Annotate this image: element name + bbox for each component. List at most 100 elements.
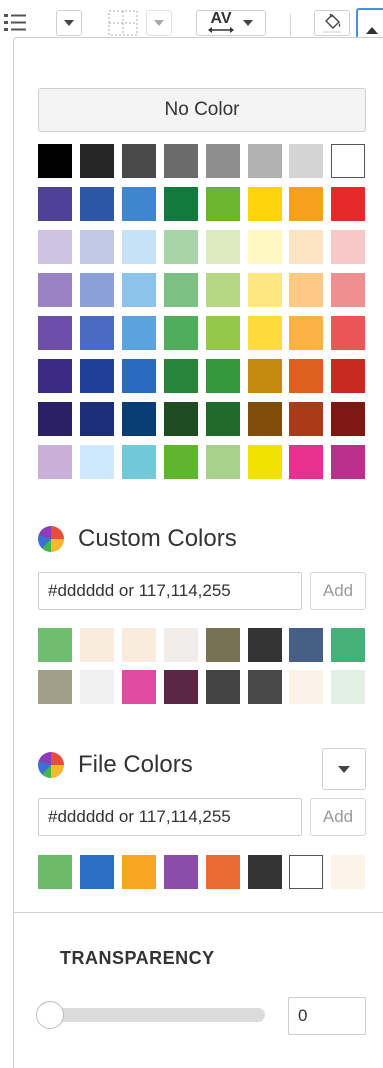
palette-swatch[interactable] [289, 316, 323, 350]
palette-swatch[interactable] [248, 445, 282, 479]
palette-swatch[interactable] [331, 445, 365, 479]
palette-swatch[interactable] [289, 445, 323, 479]
file-color-swatch[interactable] [248, 855, 282, 889]
palette-swatch[interactable] [331, 273, 365, 307]
palette-swatch[interactable] [80, 273, 114, 307]
collapse-palette-button[interactable] [356, 8, 383, 40]
palette-swatch[interactable] [38, 402, 72, 436]
palette-swatch[interactable] [164, 359, 198, 393]
palette-swatch[interactable] [122, 273, 156, 307]
palette-swatch[interactable] [122, 445, 156, 479]
palette-swatch[interactable] [38, 230, 72, 264]
custom-color-swatch[interactable] [164, 670, 198, 704]
custom-color-swatch[interactable] [289, 670, 323, 704]
palette-swatch[interactable] [80, 359, 114, 393]
custom-color-swatch[interactable] [80, 628, 114, 662]
palette-swatch[interactable] [331, 144, 365, 178]
palette-swatch[interactable] [206, 230, 240, 264]
palette-swatch[interactable] [289, 187, 323, 221]
file-color-swatch[interactable] [289, 855, 323, 889]
palette-swatch[interactable] [80, 230, 114, 264]
palette-swatch[interactable] [38, 144, 72, 178]
custom-color-swatch[interactable] [38, 670, 72, 704]
palette-swatch[interactable] [122, 230, 156, 264]
custom-color-swatch[interactable] [331, 670, 365, 704]
palette-swatch[interactable] [331, 402, 365, 436]
file-color-swatch[interactable] [38, 855, 72, 889]
list-button[interactable] [0, 10, 30, 36]
custom-color-swatch[interactable] [80, 670, 114, 704]
palette-swatch[interactable] [38, 359, 72, 393]
no-color-button[interactable]: No Color [38, 88, 366, 132]
palette-swatch[interactable] [164, 316, 198, 350]
palette-swatch[interactable] [122, 359, 156, 393]
palette-swatch[interactable] [206, 187, 240, 221]
borders-button[interactable] [104, 10, 142, 36]
palette-swatch[interactable] [80, 402, 114, 436]
file-color-input[interactable]: #dddddd or 117,114,255 [38, 798, 302, 836]
transparency-slider-thumb[interactable] [36, 1001, 64, 1029]
custom-color-swatch[interactable] [206, 670, 240, 704]
palette-swatch[interactable] [331, 187, 365, 221]
custom-color-swatch[interactable] [248, 670, 282, 704]
file-colors-dropdown-button[interactable] [322, 748, 366, 790]
file-color-swatch[interactable] [164, 855, 198, 889]
transparency-input[interactable]: 0 [288, 997, 366, 1035]
palette-swatch[interactable] [164, 402, 198, 436]
list-dropdown-button[interactable] [56, 10, 82, 36]
palette-swatch[interactable] [248, 402, 282, 436]
palette-swatch[interactable] [248, 273, 282, 307]
palette-swatch[interactable] [289, 230, 323, 264]
palette-swatch[interactable] [38, 445, 72, 479]
palette-swatch[interactable] [248, 316, 282, 350]
palette-swatch[interactable] [38, 316, 72, 350]
custom-color-swatch[interactable] [122, 628, 156, 662]
custom-color-swatch[interactable] [248, 628, 282, 662]
custom-color-swatch[interactable] [206, 628, 240, 662]
palette-swatch[interactable] [206, 445, 240, 479]
palette-swatch[interactable] [164, 445, 198, 479]
palette-swatch[interactable] [164, 230, 198, 264]
palette-swatch[interactable] [248, 144, 282, 178]
palette-swatch[interactable] [80, 316, 114, 350]
palette-swatch[interactable] [289, 144, 323, 178]
palette-swatch[interactable] [164, 273, 198, 307]
custom-color-swatch[interactable] [289, 628, 323, 662]
palette-swatch[interactable] [80, 144, 114, 178]
file-color-swatch[interactable] [122, 855, 156, 889]
palette-swatch[interactable] [331, 359, 365, 393]
palette-swatch[interactable] [289, 359, 323, 393]
custom-color-add-button[interactable]: Add [310, 572, 366, 610]
palette-swatch[interactable] [122, 187, 156, 221]
palette-swatch[interactable] [206, 316, 240, 350]
custom-color-swatch[interactable] [122, 670, 156, 704]
palette-swatch[interactable] [206, 402, 240, 436]
palette-swatch[interactable] [206, 144, 240, 178]
palette-swatch[interactable] [331, 230, 365, 264]
custom-color-swatch[interactable] [164, 628, 198, 662]
palette-swatch[interactable] [289, 402, 323, 436]
palette-swatch[interactable] [248, 187, 282, 221]
fill-color-button[interactable] [314, 10, 350, 36]
palette-swatch[interactable] [248, 359, 282, 393]
transparency-slider-track[interactable] [40, 1008, 265, 1022]
palette-swatch[interactable] [248, 230, 282, 264]
palette-swatch[interactable] [38, 273, 72, 307]
palette-swatch[interactable] [164, 187, 198, 221]
palette-swatch[interactable] [80, 445, 114, 479]
palette-swatch[interactable] [206, 273, 240, 307]
custom-color-swatch[interactable] [331, 628, 365, 662]
file-color-swatch[interactable] [331, 855, 365, 889]
palette-swatch[interactable] [206, 359, 240, 393]
file-color-swatch[interactable] [206, 855, 240, 889]
palette-swatch[interactable] [164, 144, 198, 178]
borders-dropdown-button[interactable] [146, 10, 172, 36]
palette-swatch[interactable] [331, 316, 365, 350]
palette-swatch[interactable] [122, 402, 156, 436]
palette-swatch[interactable] [122, 144, 156, 178]
palette-swatch[interactable] [80, 187, 114, 221]
file-color-add-button[interactable]: Add [310, 798, 366, 836]
palette-swatch[interactable] [122, 316, 156, 350]
custom-color-swatch[interactable] [38, 628, 72, 662]
custom-color-input[interactable]: #dddddd or 117,114,255 [38, 572, 302, 610]
